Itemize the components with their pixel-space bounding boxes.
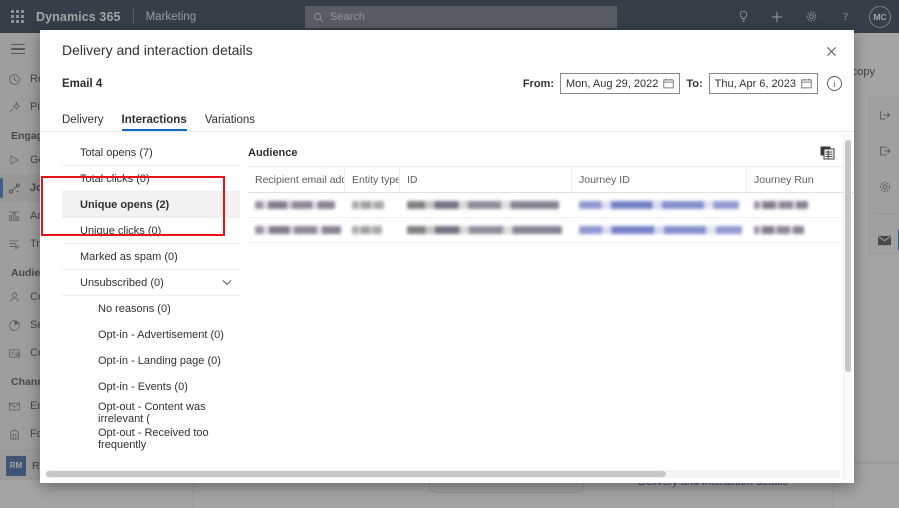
metric-label: No reasons (0) <box>98 303 171 315</box>
metric-total-opens[interactable]: Total opens (7) <box>62 140 240 166</box>
metrics-list: Total opens (7) Total clicks (0) Unique … <box>40 132 240 483</box>
metric-total-clicks[interactable]: Total clicks (0) <box>62 166 240 192</box>
redacted-value <box>579 226 742 234</box>
metric-optin-advertisement[interactable]: Opt-in - Advertisement (0) <box>62 322 240 348</box>
metric-label: Marked as spam (0) <box>80 250 178 263</box>
dialog-vertical-scrollbar[interactable] <box>843 134 852 479</box>
dialog-horizontal-scrollbar[interactable] <box>46 470 840 478</box>
date-range-controls: From: Mon, Aug 29, 2022 To: Thu, Apr 6, … <box>523 73 842 94</box>
metric-optin-events[interactable]: Opt-in - Events (0) <box>62 374 240 400</box>
redacted-value <box>579 201 739 209</box>
column-entity-type[interactable]: Entity type <box>345 166 400 193</box>
table-row[interactable] <box>248 218 854 243</box>
metric-optout-too-frequently[interactable]: Opt-out - Received too frequently <box>62 426 240 452</box>
from-date-value: Mon, Aug 29, 2022 <box>566 77 659 90</box>
calendar-icon <box>801 78 812 89</box>
delivery-interaction-dialog: Delivery and interaction details Email 4… <box>40 30 854 483</box>
cell-journey-run <box>747 218 817 243</box>
calendar-icon <box>663 78 674 89</box>
vertical-scrollbar-thumb[interactable] <box>845 140 851 372</box>
column-journey-run[interactable]: Journey Run <box>747 167 817 193</box>
chevron-down-icon[interactable] <box>222 279 232 286</box>
from-date-picker[interactable]: Mon, Aug 29, 2022 <box>560 73 681 94</box>
tab-variations[interactable]: Variations <box>205 114 255 131</box>
from-label: From: <box>522 77 554 90</box>
tab-delivery[interactable]: Delivery <box>62 114 104 131</box>
screen: Dynamics 365 Marketing Search ? MC <box>0 0 899 508</box>
metric-label: Opt-out - Received too frequently <box>98 427 209 451</box>
metric-unique-clicks[interactable]: Unique clicks (0) <box>62 218 240 244</box>
metric-label: Opt-in - Landing page (0) <box>98 355 221 367</box>
metric-no-reasons[interactable]: No reasons (0) <box>62 296 240 322</box>
column-recipient-email-address[interactable]: Recipient email address <box>248 166 345 193</box>
redacted-value <box>255 201 335 209</box>
redacted-value <box>407 201 559 209</box>
close-icon[interactable] <box>818 38 844 64</box>
to-date-value: Thu, Apr 6, 2023 <box>714 77 796 90</box>
metric-label: Unique clicks (0) <box>80 224 162 237</box>
audience-panel: Audience Recipient email address Entity … <box>240 132 854 483</box>
cell-recipient-email-address <box>248 193 345 218</box>
redacted-value <box>754 201 808 209</box>
metric-label: Opt-out - Content was irrelevant ( <box>98 401 206 425</box>
dialog-title: Delivery and interaction details <box>62 42 253 58</box>
dialog-header: Delivery and interaction details <box>40 30 854 70</box>
metric-marked-as-spam[interactable]: Marked as spam (0) <box>62 244 240 270</box>
tab-interactions[interactable]: Interactions <box>121 114 187 131</box>
cell-journey-id <box>572 218 747 243</box>
metric-label: Opt-in - Events (0) <box>98 381 188 393</box>
cell-entity-type <box>345 218 400 243</box>
redacted-value <box>255 226 341 234</box>
cell-entity-type <box>345 193 400 218</box>
dialog-tabs: Delivery Interactions Variations <box>40 104 854 132</box>
cell-id <box>400 193 572 218</box>
column-id[interactable]: ID <box>400 166 572 193</box>
table-header-row: Recipient email address Entity type ID J… <box>248 166 854 193</box>
table-row[interactable] <box>248 193 854 218</box>
audience-header: Audience <box>248 140 854 166</box>
cell-id <box>400 218 572 243</box>
cell-recipient-email-address <box>248 218 345 243</box>
audience-table: Recipient email address Entity type ID J… <box>248 166 854 243</box>
cell-journey-id <box>572 193 747 218</box>
audience-title: Audience <box>248 147 298 159</box>
metric-optin-landing-page[interactable]: Opt-in - Landing page (0) <box>62 348 240 374</box>
to-date-picker[interactable]: Thu, Apr 6, 2023 <box>708 73 818 94</box>
metric-label: Opt-in - Advertisement (0) <box>98 329 224 341</box>
metric-label: Total opens (7) <box>80 146 153 159</box>
dialog-body: Total opens (7) Total clicks (0) Unique … <box>40 132 854 483</box>
horizontal-scrollbar-thumb[interactable] <box>46 471 666 477</box>
cell-journey-run <box>747 193 817 218</box>
redacted-value <box>754 226 804 234</box>
metric-optout-content-irrelevant[interactable]: Opt-out - Content was irrelevant ( <box>62 400 240 426</box>
metric-label: Unsubscribed (0) <box>80 276 164 289</box>
email-name: Email 4 <box>62 78 103 90</box>
info-icon[interactable]: i <box>827 76 842 91</box>
redacted-value <box>407 226 562 234</box>
metric-label: Unique opens (2) <box>80 198 170 211</box>
column-journey-id[interactable]: Journey ID <box>572 166 747 193</box>
redacted-value <box>352 226 382 234</box>
dialog-subheader: Email 4 From: Mon, Aug 29, 2022 To: Thu,… <box>40 70 854 104</box>
metric-unique-opens[interactable]: Unique opens (2) <box>62 192 240 218</box>
copy-table-icon[interactable] <box>820 146 836 160</box>
metric-label: Total clicks (0) <box>80 172 150 185</box>
metric-unsubscribed[interactable]: Unsubscribed (0) <box>62 270 240 296</box>
redacted-value <box>352 201 384 209</box>
to-label: To: <box>686 77 703 90</box>
